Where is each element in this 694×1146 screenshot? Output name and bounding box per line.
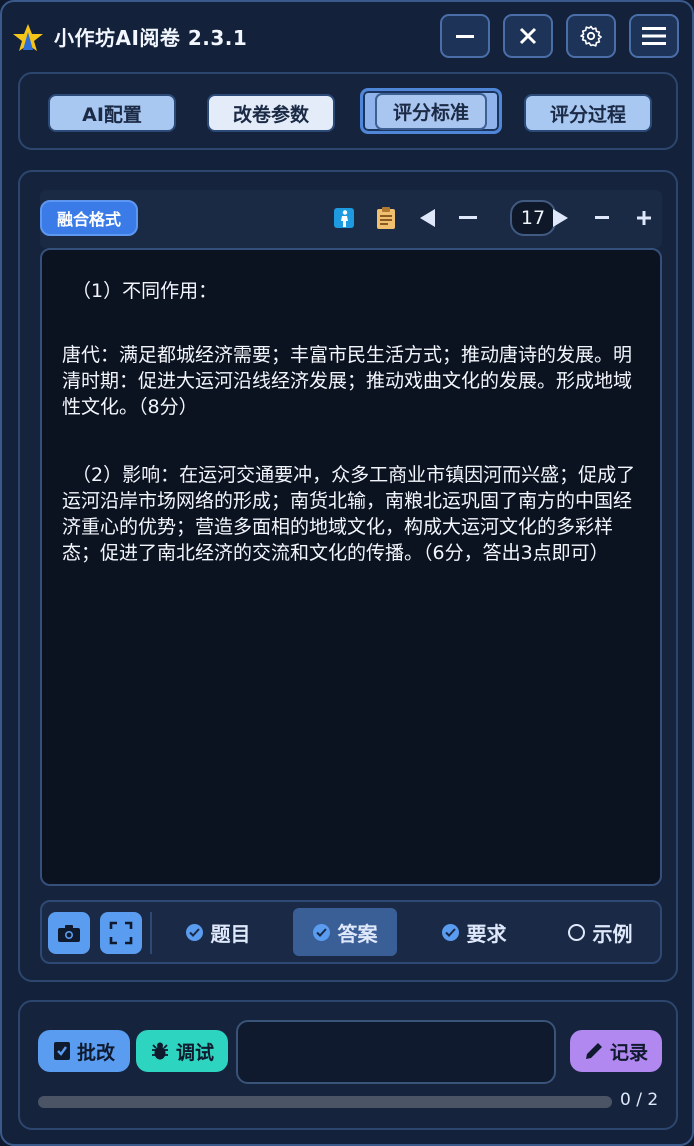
tab-grading-params[interactable]: 改卷参数 (207, 94, 335, 132)
bug-icon (151, 1042, 168, 1060)
close-button[interactable] (503, 14, 553, 58)
grade-label: 批改 (76, 1041, 115, 1064)
grade-button[interactable]: 批改 (38, 1030, 130, 1072)
criteria-panel: 融合格式 17 （1）不同作用： 唐代：满足都城经济需要；丰富市民生活方式；推动… (18, 170, 678, 982)
content-paragraph: （2）影响：在运河交通要冲，众多工商业市镇因河而兴盛；促成了运河沿岸市场网络的形… (62, 464, 636, 564)
segment-requirements[interactable]: 要求 (422, 908, 526, 956)
debug-button[interactable]: 调试 (136, 1030, 228, 1072)
section-selector-bar: 题目 答案 要求 示例 (40, 900, 662, 964)
prev-page-icon[interactable] (416, 206, 440, 230)
person-icon[interactable] (332, 206, 356, 230)
action-panel: 批改 调试 记录 0 / 2 (18, 1000, 678, 1130)
record-label: 记录 (609, 1041, 648, 1064)
divider (150, 912, 152, 954)
segment-examples[interactable]: 示例 (548, 908, 652, 956)
checklist-icon (53, 1042, 70, 1060)
app-logo-icon (13, 24, 43, 51)
tab-scoring-criteria[interactable]: 评分标准 (360, 88, 502, 134)
segment-label: 答案 (337, 921, 378, 946)
menu-icon (642, 27, 666, 45)
progress-text: 0 / 2 (620, 1090, 659, 1110)
zoom-in-icon[interactable] (632, 206, 656, 230)
fullscreen-icon (109, 921, 133, 945)
minimize-button[interactable] (440, 14, 490, 58)
pencil-icon (585, 1043, 602, 1059)
content-paragraph: 唐代：满足都城经济需要；丰富市民生活方式；推动唐诗的发展。明清时期：促进大运河沿… (62, 344, 633, 418)
close-icon (519, 27, 537, 45)
message-input[interactable] (236, 1020, 556, 1084)
fullscreen-button[interactable] (100, 912, 142, 954)
merge-format-button[interactable]: 融合格式 (40, 200, 138, 236)
clipboard-icon[interactable] (374, 206, 398, 230)
record-button[interactable]: 记录 (570, 1030, 662, 1072)
segment-question[interactable]: 题目 (166, 908, 270, 956)
screenshot-button[interactable] (48, 912, 90, 954)
tab-ai-config[interactable]: AI配置 (48, 94, 176, 132)
segment-label: 示例 (592, 921, 633, 946)
camera-icon (58, 925, 80, 942)
progress-bar (38, 1096, 612, 1108)
tab-scoring-process[interactable]: 评分过程 (524, 94, 652, 132)
tab-scoring-criteria-label: 评分标准 (374, 92, 487, 130)
criteria-content[interactable]: （1）不同作用： 唐代：满足都城经济需要；丰富市民生活方式；推动唐诗的发展。明清… (40, 248, 662, 886)
content-toolbar: 融合格式 17 (40, 190, 662, 248)
gear-icon (580, 25, 602, 47)
minimize-icon (456, 35, 474, 38)
settings-button[interactable] (566, 14, 616, 58)
zoom-out-icon[interactable] (590, 206, 614, 230)
segment-label: 题目 (210, 921, 251, 946)
debug-label: 调试 (175, 1041, 214, 1064)
check-icon (312, 923, 330, 941)
tabs-panel: AI配置 改卷参数 评分标准 评分过程 (18, 72, 678, 150)
content-paragraph: （1）不同作用： (72, 280, 218, 302)
app-title: 小作坊AI阅卷 2.3.1 (54, 26, 248, 50)
segment-label: 要求 (466, 921, 507, 946)
unchecked-circle-icon (567, 923, 585, 941)
menu-button[interactable] (629, 14, 679, 58)
minus-icon[interactable] (456, 206, 480, 230)
check-icon (441, 923, 459, 941)
next-page-icon[interactable] (548, 206, 572, 230)
check-icon (185, 923, 203, 941)
title-bar: 小作坊AI阅卷 2.3.1 (2, 2, 692, 70)
segment-answer[interactable]: 答案 (293, 908, 397, 956)
app-window: 小作坊AI阅卷 2.3.1 AI配置 改卷参数 评分标准 评分过程 融合格式 1… (0, 0, 694, 1146)
